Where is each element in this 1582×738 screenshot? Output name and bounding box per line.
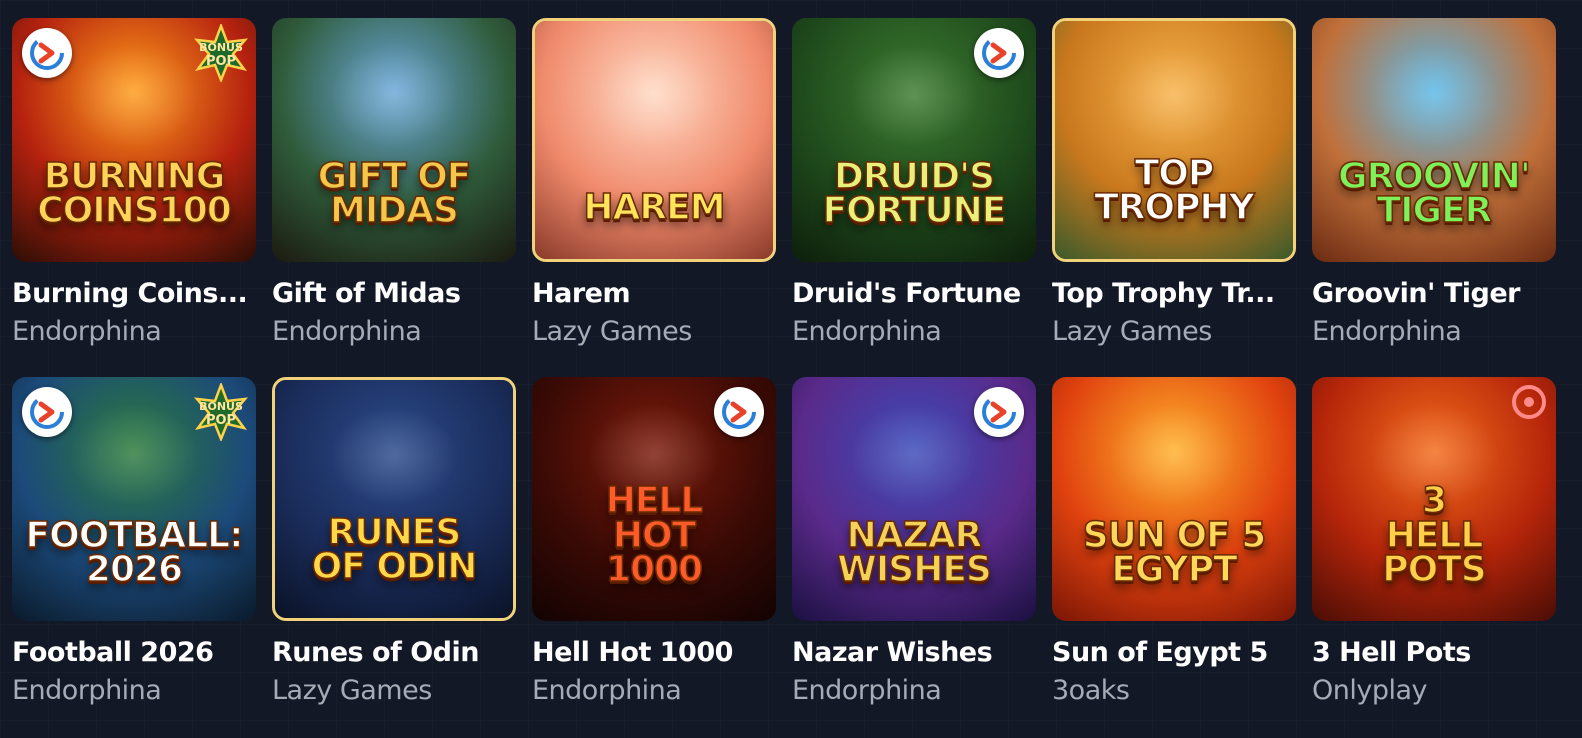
- game-card[interactable]: GROOVIN' TIGER Groovin' Tiger Endorphina: [1312, 18, 1556, 363]
- bonus-pop-badge-icon: BONUS POP: [192, 381, 250, 443]
- game-card[interactable]: BURNING COINS100 BONUS POP Burning Coins...…: [12, 18, 256, 363]
- game-title[interactable]: Burning Coins...: [12, 278, 256, 310]
- game-title[interactable]: Harem: [532, 278, 776, 310]
- game-title[interactable]: Football 2026: [12, 637, 256, 669]
- game-thumbnail[interactable]: RUNES OF ODIN: [272, 377, 516, 621]
- svg-text:POP: POP: [206, 413, 236, 428]
- game-provider: 3oaks: [1052, 675, 1130, 706]
- bonus-pop-badge-icon: BONUS POP: [192, 22, 250, 84]
- game-logo: HELL HOT 1000: [605, 480, 704, 590]
- game-provider: Endorphina: [532, 675, 682, 706]
- provider-badge-icon: [714, 387, 764, 437]
- provider-badge-icon: [974, 387, 1024, 437]
- game-card[interactable]: HAREM Harem Lazy Games: [532, 18, 776, 363]
- provider-badge-icon: [22, 28, 72, 78]
- game-thumbnail[interactable]: DRUID'S FORTUNE: [792, 18, 1036, 262]
- game-thumbnail[interactable]: TOP TROPHY: [1052, 18, 1296, 262]
- game-logo: BURNING COINS100: [36, 155, 232, 231]
- game-title[interactable]: Druid's Fortune: [792, 278, 1036, 310]
- game-card[interactable]: SUN OF 5 EGYPT Sun of Egypt 5 3oaks: [1052, 377, 1296, 722]
- game-logo: HAREM: [583, 186, 727, 228]
- game-provider: Endorphina: [12, 675, 162, 706]
- game-logo: GIFT OF MIDAS: [317, 155, 472, 231]
- game-logo: TOP TROPHY: [1094, 152, 1256, 228]
- game-card[interactable]: NAZAR WISHES Nazar Wishes Endorphina: [792, 377, 1036, 722]
- svg-text:POP: POP: [206, 54, 236, 69]
- game-thumbnail[interactable]: HAREM: [532, 18, 776, 262]
- game-provider: Endorphina: [12, 316, 162, 347]
- game-title[interactable]: Top Trophy Tr...: [1052, 278, 1296, 310]
- game-logo: RUNES OF ODIN: [311, 511, 478, 587]
- game-provider: Lazy Games: [272, 675, 432, 706]
- game-card[interactable]: DRUID'S FORTUNE Druid's Fortune Endorphina: [792, 18, 1036, 363]
- game-card[interactable]: FOOTBALL: 2026 BONUS POP Football 2026 Endor…: [12, 377, 256, 722]
- game-title[interactable]: Nazar Wishes: [792, 637, 1036, 669]
- game-provider: Lazy Games: [1052, 316, 1212, 347]
- game-card[interactable]: TOP TROPHY Top Trophy Tr... Lazy Games: [1052, 18, 1296, 363]
- game-thumbnail[interactable]: GIFT OF MIDAS: [272, 18, 516, 262]
- game-logo: DRUID'S FORTUNE: [822, 155, 1007, 231]
- game-thumbnail[interactable]: NAZAR WISHES: [792, 377, 1036, 621]
- game-title[interactable]: Gift of Midas: [272, 278, 516, 310]
- game-provider: Onlyplay: [1312, 675, 1428, 706]
- provider-target-icon: [1512, 385, 1546, 419]
- game-card[interactable]: HELL HOT 1000 Hell Hot 1000 Endorphina: [532, 377, 776, 722]
- game-thumbnail[interactable]: HELL HOT 1000: [532, 377, 776, 621]
- game-provider: Endorphina: [792, 316, 942, 347]
- game-thumbnail[interactable]: BURNING COINS100 BONUS POP: [12, 18, 256, 262]
- game-card[interactable]: GIFT OF MIDAS Gift of Midas Endorphina: [272, 18, 516, 363]
- game-thumbnail[interactable]: SUN OF 5 EGYPT: [1052, 377, 1296, 621]
- game-card[interactable]: RUNES OF ODIN Runes of Odin Lazy Games: [272, 377, 516, 722]
- game-logo: 3 HELL POTS: [1382, 480, 1488, 590]
- game-title[interactable]: Sun of Egypt 5: [1052, 637, 1296, 669]
- game-title[interactable]: 3 Hell Pots: [1312, 637, 1556, 669]
- game-thumbnail[interactable]: 3 HELL POTS: [1312, 377, 1556, 621]
- svg-text:BONUS: BONUS: [199, 400, 243, 413]
- provider-badge-icon: [974, 28, 1024, 78]
- game-logo: GROOVIN' TIGER: [1337, 155, 1531, 231]
- games-grid: BURNING COINS100 BONUS POP Burning Coins...…: [12, 18, 1556, 722]
- game-title[interactable]: Runes of Odin: [272, 637, 516, 669]
- game-title[interactable]: Groovin' Tiger: [1312, 278, 1556, 310]
- game-logo: FOOTBALL: 2026: [25, 514, 244, 590]
- game-provider: Lazy Games: [532, 316, 692, 347]
- game-provider: Endorphina: [1312, 316, 1462, 347]
- game-logo: SUN OF 5 EGYPT: [1082, 514, 1267, 590]
- game-provider: Endorphina: [792, 675, 942, 706]
- game-thumbnail[interactable]: FOOTBALL: 2026 BONUS POP: [12, 377, 256, 621]
- svg-text:BONUS: BONUS: [199, 41, 243, 54]
- provider-badge-icon: [22, 387, 72, 437]
- game-title[interactable]: Hell Hot 1000: [532, 637, 776, 669]
- game-logo: NAZAR WISHES: [836, 514, 992, 590]
- game-provider: Endorphina: [272, 316, 422, 347]
- game-thumbnail[interactable]: GROOVIN' TIGER: [1312, 18, 1556, 262]
- game-card[interactable]: 3 HELL POTS 3 Hell Pots Onlyplay: [1312, 377, 1556, 722]
